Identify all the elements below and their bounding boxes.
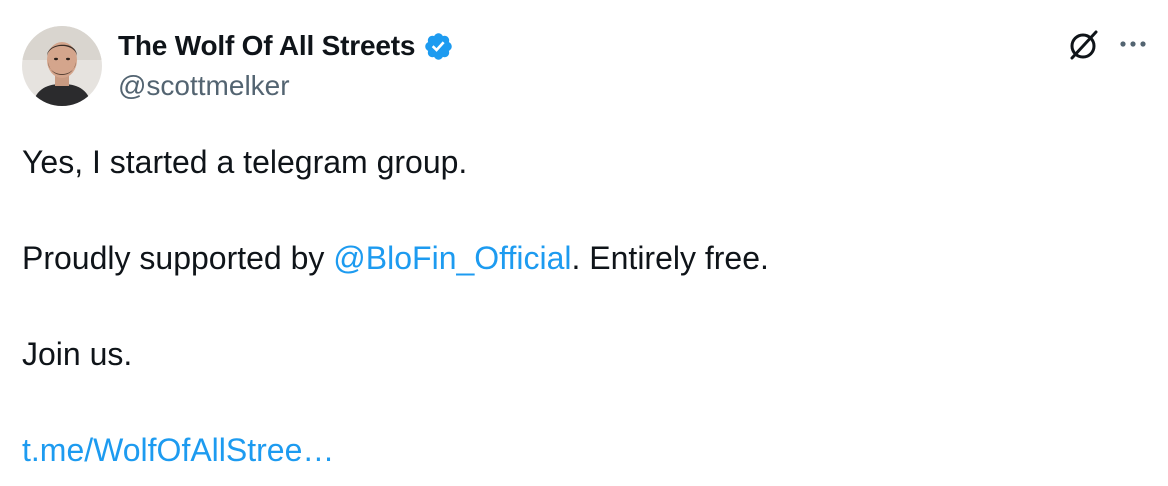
tweet-line-1: Yes, I started a telegram group. xyxy=(22,144,468,180)
author-display-name[interactable]: The Wolf Of All Streets xyxy=(118,30,415,62)
tweet-line-2-prefix: Proudly supported by xyxy=(22,240,334,276)
tweet-text: Yes, I started a telegram group. Proudly… xyxy=(22,138,1142,474)
tweet-line-2-suffix: . Entirely free. xyxy=(571,240,769,276)
tweet-line-3: Join us. xyxy=(22,336,133,372)
avatar-photo xyxy=(22,26,102,106)
tweet-line-2: Proudly supported by @BloFin_Official. E… xyxy=(22,234,1142,282)
author-name-row: The Wolf Of All Streets xyxy=(118,28,454,64)
author-handle[interactable]: @scottmelker xyxy=(118,70,290,102)
more-options-icon[interactable] xyxy=(1116,34,1150,54)
author-avatar[interactable] xyxy=(22,26,102,106)
telegram-link[interactable]: t.me/WolfOfAllStree… xyxy=(22,432,334,468)
tweet-link-line: t.me/WolfOfAllStree… xyxy=(22,426,1142,474)
verified-badge-icon[interactable] xyxy=(423,31,454,62)
grok-icon[interactable] xyxy=(1066,28,1100,62)
mention-link[interactable]: @BloFin_Official xyxy=(333,240,571,276)
tweet-card: The Wolf Of All Streets @scottmelker Yes… xyxy=(0,0,1168,486)
